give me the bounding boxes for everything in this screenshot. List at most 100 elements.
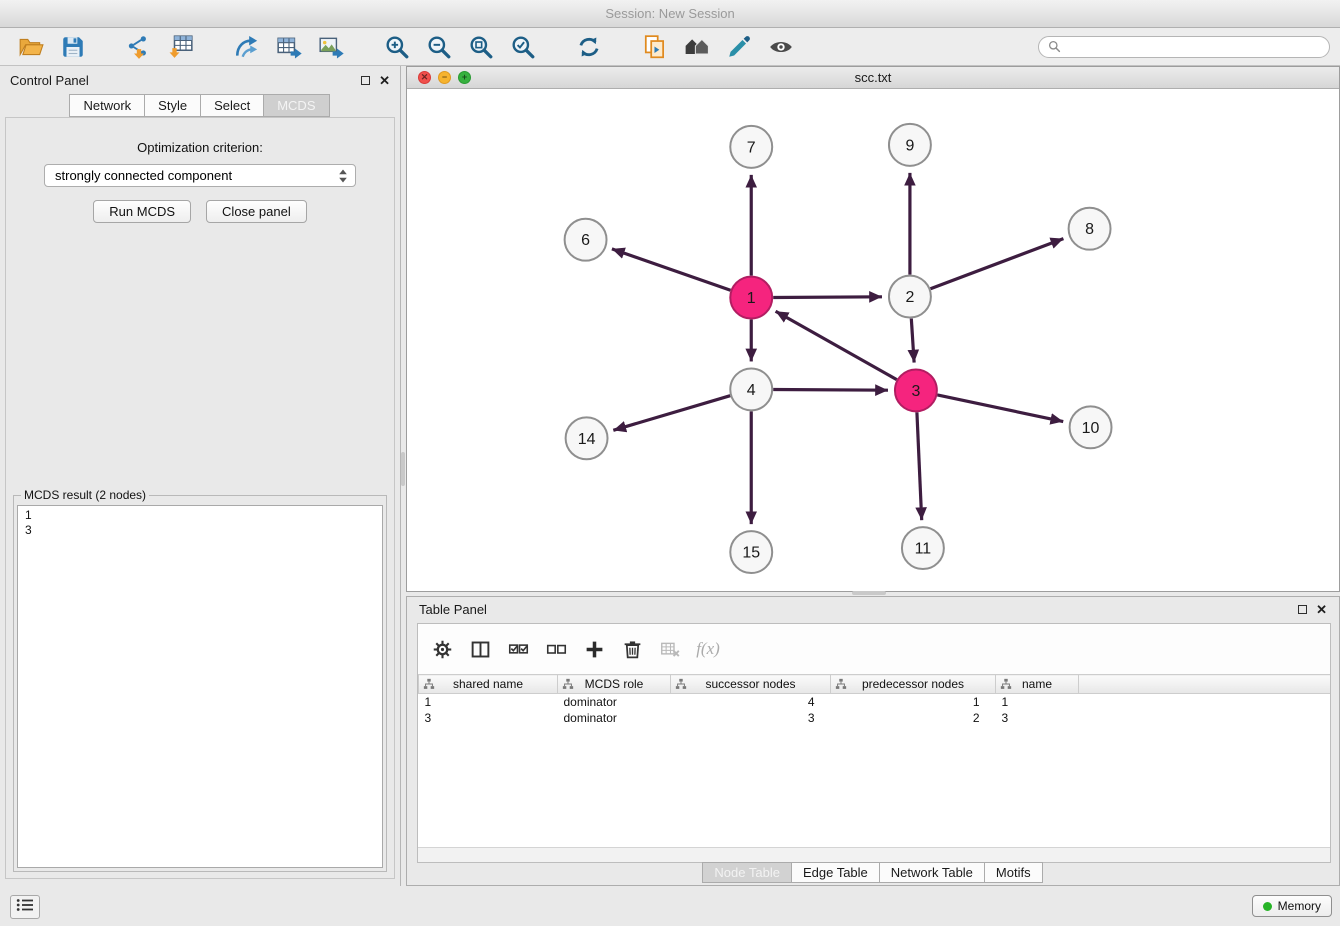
column-header-name[interactable]: name bbox=[996, 675, 1079, 694]
graph-node-label-11: 11 bbox=[915, 541, 932, 558]
tab-style[interactable]: Style bbox=[144, 94, 201, 117]
node-table: shared nameMCDS rolesuccessor nodesprede… bbox=[418, 674, 1330, 726]
delete-table-icon bbox=[660, 639, 681, 660]
task-history-button[interactable] bbox=[10, 895, 40, 919]
table-cell[interactable]: dominator bbox=[558, 710, 671, 726]
network-canvas[interactable]: 7968124314101511 bbox=[407, 89, 1339, 591]
window-titlebar[interactable]: Session: New Session bbox=[0, 0, 1340, 28]
run-mcds-button[interactable]: Run MCDS bbox=[93, 200, 191, 223]
graph-node-label-7: 7 bbox=[747, 139, 756, 156]
table-cell[interactable]: 1 bbox=[419, 694, 558, 710]
table-cell[interactable]: dominator bbox=[558, 694, 671, 710]
graph-edge-2-3[interactable] bbox=[911, 319, 914, 363]
gear-button[interactable] bbox=[427, 634, 457, 664]
graph-edge-1-6[interactable] bbox=[612, 249, 731, 290]
table-cell[interactable]: 1 bbox=[996, 694, 1079, 710]
memory-button[interactable]: Memory bbox=[1252, 895, 1332, 917]
open-session-button[interactable] bbox=[10, 31, 52, 63]
table-row[interactable]: 3dominator323 bbox=[419, 710, 1331, 726]
close-panel-button[interactable]: Close panel bbox=[206, 200, 307, 223]
zoom-fit-icon bbox=[468, 34, 494, 60]
mcds-result-list[interactable]: 13 bbox=[17, 505, 383, 868]
column-header-shared-name[interactable]: shared name bbox=[419, 675, 558, 694]
control-panel-tabs: NetworkStyleSelectMCDS bbox=[0, 94, 400, 117]
graph-edge-3-10[interactable] bbox=[937, 395, 1063, 422]
import-network-button[interactable] bbox=[118, 31, 160, 63]
delete-row-icon bbox=[622, 639, 643, 660]
select-all-button[interactable] bbox=[503, 634, 533, 664]
close-window-icon[interactable]: ✕ bbox=[418, 71, 431, 84]
table-cell[interactable]: 3 bbox=[996, 710, 1079, 726]
export-image-icon bbox=[318, 34, 344, 60]
zoom-window-icon[interactable]: + bbox=[458, 71, 471, 84]
copy-document-button[interactable] bbox=[634, 31, 676, 63]
network-window-titlebar[interactable]: ✕ − + scc.txt bbox=[407, 67, 1339, 89]
graph-edge-3-11[interactable] bbox=[917, 412, 922, 520]
graph-node-label-3: 3 bbox=[911, 383, 920, 400]
mcds-result-title: MCDS result (2 nodes) bbox=[21, 488, 149, 502]
toolbar-group bbox=[118, 31, 202, 63]
table-toolbar: f(x) bbox=[418, 624, 1330, 674]
column-header-successor-nodes[interactable]: successor nodes bbox=[671, 675, 831, 694]
export-network-icon bbox=[234, 34, 260, 60]
tab-mcds[interactable]: MCDS bbox=[263, 94, 329, 117]
column-header-predecessor-nodes[interactable]: predecessor nodes bbox=[831, 675, 996, 694]
horizontal-splitter-handle[interactable] bbox=[852, 591, 886, 595]
tab-network-table[interactable]: Network Table bbox=[879, 862, 985, 883]
search-input[interactable] bbox=[1066, 40, 1320, 54]
zoom-fit-button[interactable] bbox=[460, 31, 502, 63]
export-image-button[interactable] bbox=[310, 31, 352, 63]
tab-motifs[interactable]: Motifs bbox=[984, 862, 1043, 883]
network-graph[interactable]: 7968124314101511 bbox=[407, 89, 1339, 591]
graph-edge-2-8[interactable] bbox=[930, 239, 1063, 289]
optimization-select[interactable]: strongly connected component bbox=[44, 164, 356, 187]
save-session-button[interactable] bbox=[52, 31, 94, 63]
add-row-button[interactable] bbox=[579, 634, 609, 664]
save-session-icon bbox=[60, 34, 86, 60]
graph-edge-1-2[interactable] bbox=[773, 297, 882, 298]
mcds-panel: Optimization criterion: strongly connect… bbox=[5, 117, 395, 879]
vertical-splitter-handle[interactable] bbox=[401, 452, 405, 486]
refresh-layout-button[interactable] bbox=[568, 31, 610, 63]
table-panel-title: Table Panel bbox=[419, 602, 487, 617]
tab-select[interactable]: Select bbox=[200, 94, 264, 117]
graph-node-label-14: 14 bbox=[578, 431, 596, 448]
show-details-button[interactable] bbox=[760, 31, 802, 63]
close-panel-icon[interactable]: ✕ bbox=[379, 74, 390, 87]
control-panel-title: Control Panel bbox=[10, 73, 89, 88]
optimization-label: Optimization criterion: bbox=[6, 140, 394, 155]
zoom-out-button[interactable] bbox=[418, 31, 460, 63]
table-cell[interactable]: 3 bbox=[419, 710, 558, 726]
table-cell[interactable]: 2 bbox=[831, 710, 996, 726]
table-cell-filler bbox=[1079, 710, 1331, 726]
deselect-all-button[interactable] bbox=[541, 634, 571, 664]
columns-button[interactable] bbox=[465, 634, 495, 664]
import-table-button[interactable] bbox=[160, 31, 202, 63]
show-details-icon bbox=[768, 34, 794, 60]
table-row[interactable]: 1dominator411 bbox=[419, 694, 1331, 710]
table-cell[interactable]: 3 bbox=[671, 710, 831, 726]
float-panel-icon[interactable] bbox=[361, 76, 370, 85]
tab-node-table[interactable]: Node Table bbox=[702, 862, 792, 883]
horizontal-scrollbar[interactable] bbox=[418, 847, 1330, 862]
gear-icon bbox=[432, 639, 453, 660]
close-table-panel-icon[interactable]: ✕ bbox=[1316, 603, 1327, 616]
delete-row-button[interactable] bbox=[617, 634, 647, 664]
table-cell[interactable]: 1 bbox=[831, 694, 996, 710]
tab-network[interactable]: Network bbox=[69, 94, 145, 117]
float-table-panel-icon[interactable] bbox=[1298, 605, 1307, 614]
search-box[interactable] bbox=[1038, 36, 1330, 58]
export-network-button[interactable] bbox=[226, 31, 268, 63]
export-table-button[interactable] bbox=[268, 31, 310, 63]
column-header-MCDS-role[interactable]: MCDS role bbox=[558, 675, 671, 694]
zoom-in-button[interactable] bbox=[376, 31, 418, 63]
tab-edge-table[interactable]: Edge Table bbox=[791, 862, 880, 883]
graph-edge-4-3[interactable] bbox=[773, 390, 888, 391]
annotations-button[interactable] bbox=[718, 31, 760, 63]
minimize-window-icon[interactable]: − bbox=[438, 71, 451, 84]
graph-edge-4-14[interactable] bbox=[613, 396, 730, 431]
zoom-selected-button[interactable] bbox=[502, 31, 544, 63]
first-neighbors-button[interactable] bbox=[676, 31, 718, 63]
graph-edge-3-1[interactable] bbox=[776, 311, 897, 379]
table-cell[interactable]: 4 bbox=[671, 694, 831, 710]
